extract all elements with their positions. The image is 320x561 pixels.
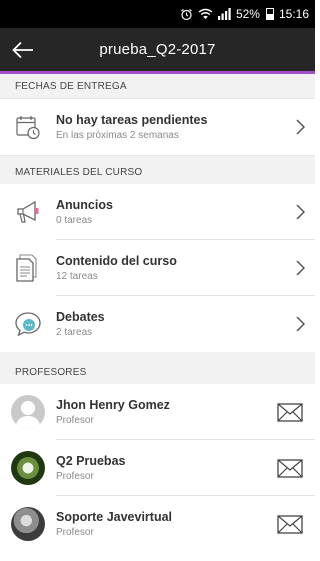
clock-time: 15:16 bbox=[278, 7, 309, 21]
materials-item-title: Contenido del curso bbox=[56, 254, 177, 268]
chevron-right-icon bbox=[285, 316, 315, 332]
due-dates-item[interactable]: No hay tareas pendientes En las próximas… bbox=[0, 98, 315, 156]
email-button[interactable] bbox=[265, 458, 315, 478]
professor-name: Jhon Henry Gomez bbox=[56, 398, 170, 412]
arrow-left-icon bbox=[12, 41, 33, 58]
chevron-right-icon bbox=[285, 119, 315, 135]
megaphone-icon bbox=[17, 200, 39, 223]
professor-name: Soporte Javevirtual bbox=[56, 510, 173, 524]
calendar-clock-icon bbox=[16, 116, 40, 140]
materials-item-discussions[interactable]: Debates 2 tareas bbox=[0, 296, 315, 352]
signal-icon bbox=[217, 8, 231, 20]
chevron-right-icon bbox=[285, 204, 315, 220]
professor-item[interactable]: Jhon Henry Gomez Profesor bbox=[0, 384, 315, 440]
flower-photo bbox=[11, 451, 45, 485]
email-button[interactable] bbox=[265, 402, 315, 422]
documents-icon bbox=[16, 254, 37, 282]
battery-icon bbox=[265, 8, 274, 20]
professor-item[interactable]: Soporte Javevirtual Profesor bbox=[0, 496, 315, 552]
envelope-icon bbox=[277, 402, 303, 422]
professor-role: Profesor bbox=[56, 527, 94, 538]
status-bar: 52% 15:16 bbox=[0, 0, 315, 28]
due-dates-title: No hay tareas pendientes bbox=[56, 113, 208, 127]
materials-item-title: Anuncios bbox=[56, 198, 113, 212]
battery-percent: 52% bbox=[235, 7, 260, 21]
chevron-right-icon bbox=[285, 260, 315, 276]
course-overview: FECHAS DE ENTREGA No hay tareas pendient… bbox=[0, 74, 315, 561]
back-button[interactable] bbox=[0, 28, 46, 71]
materials-item-count: 0 tareas bbox=[56, 215, 93, 226]
materials-item-content[interactable]: Contenido del curso 12 tareas bbox=[0, 240, 315, 296]
professor-name: Q2 Pruebas bbox=[56, 454, 126, 468]
default-avatar-icon bbox=[11, 395, 45, 429]
email-button[interactable] bbox=[265, 514, 315, 534]
course-title: prueba_Q2-2017 bbox=[99, 41, 216, 58]
chat-bubble-icon bbox=[15, 312, 41, 337]
wifi-icon bbox=[198, 8, 213, 20]
envelope-icon bbox=[277, 514, 303, 534]
due-dates-subtitle: En las próximas 2 semanas bbox=[56, 130, 179, 141]
app-bar: prueba_Q2-2017 bbox=[0, 28, 315, 71]
professor-item[interactable]: Q2 Pruebas Profesor bbox=[0, 440, 315, 496]
professor-role: Profesor bbox=[56, 471, 94, 482]
materials-item-announcements[interactable]: Anuncios 0 tareas bbox=[0, 184, 315, 240]
professor-role: Profesor bbox=[56, 415, 94, 426]
profile-photo bbox=[11, 507, 45, 541]
section-header-due-dates: FECHAS DE ENTREGA bbox=[0, 74, 315, 98]
materials-item-count: 12 tareas bbox=[56, 271, 98, 282]
alarm-icon bbox=[180, 8, 193, 21]
section-header-materials: MATERIALES DEL CURSO bbox=[0, 160, 315, 184]
envelope-icon bbox=[277, 458, 303, 478]
materials-item-count: 2 tareas bbox=[56, 327, 93, 338]
section-header-professors: PROFESORES bbox=[0, 360, 315, 384]
materials-item-title: Debates bbox=[56, 310, 105, 324]
